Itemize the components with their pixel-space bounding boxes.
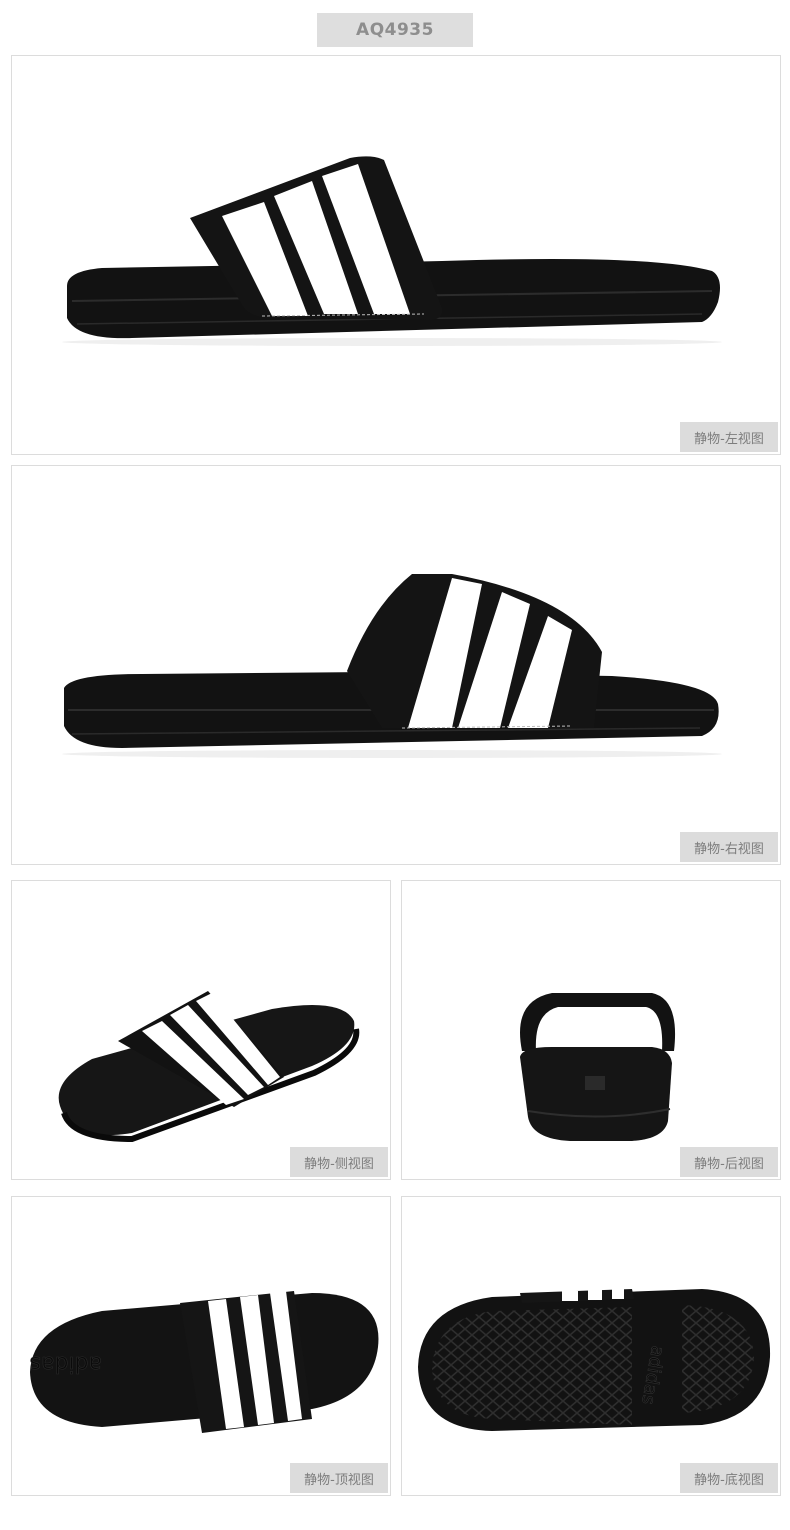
product-code-label: AQ4935 xyxy=(317,13,473,47)
sandal-back-view-image xyxy=(520,993,676,1141)
view-caption-back: 静物-后视图 xyxy=(680,1147,778,1177)
view-caption-top: 静物-顶视图 xyxy=(290,1463,388,1493)
sandal-right-view-image xyxy=(62,574,722,758)
view-caption-bottom: 静物-底视图 xyxy=(680,1463,778,1493)
view-caption-side: 静物-侧视图 xyxy=(290,1147,388,1177)
sandal-bottom-view-image: adidas xyxy=(418,1289,771,1431)
product-image-top-view[interactable]: adidas 静物-顶视图 xyxy=(11,1196,391,1496)
sandal-side-view-image xyxy=(58,991,360,1143)
sandal-top-view-image: adidas xyxy=(29,1291,379,1433)
product-image-left-view[interactable]: 静物-左视图 xyxy=(11,55,781,455)
view-caption-right: 静物-右视图 xyxy=(680,832,778,862)
product-image-bottom-view[interactable]: adidas 静物-底视图 xyxy=(401,1196,781,1496)
product-image-right-view[interactable]: 静物-右视图 xyxy=(11,465,781,865)
view-caption-left: 静物-左视图 xyxy=(680,422,778,452)
sandal-left-view-image xyxy=(62,156,722,346)
product-image-side-view[interactable]: 静物-侧视图 xyxy=(11,880,391,1180)
product-image-back-view[interactable]: 静物-后视图 xyxy=(401,880,781,1180)
brand-logo-embossed: adidas xyxy=(30,1351,102,1376)
